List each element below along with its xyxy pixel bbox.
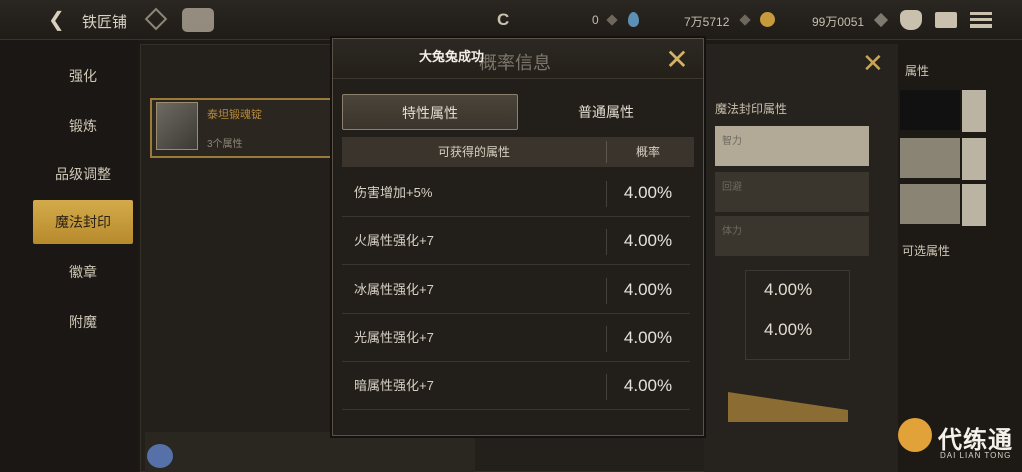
table-header: 可获得的属性 概率 — [342, 137, 694, 167]
column-header-rate: 概率 — [635, 145, 660, 159]
item-name: 泰坦锻魂锭 — [207, 109, 262, 121]
nav-item-enchant[interactable]: 附魔 — [33, 300, 133, 344]
seal-attribute-label: 智力 — [722, 136, 742, 147]
c-icon: C — [497, 10, 510, 29]
menu-icon[interactable] — [970, 12, 992, 28]
attribute-rate: 4.00% — [623, 280, 673, 299]
bag-icon[interactable] — [182, 8, 214, 32]
top-bar: ❮ 铁匠铺 C 0 7万5712 99万0051 — [0, 0, 1022, 40]
back-arrow-icon[interactable]: ❮ — [48, 10, 70, 30]
nav-item-refine[interactable]: 锻炼 — [33, 104, 133, 148]
watermark-logo-icon — [898, 418, 932, 452]
currency-separator-icon — [606, 14, 618, 26]
item-attribute-count: 3个属性 — [207, 139, 243, 150]
currency-2-value: 7万5712 — [684, 15, 730, 29]
page-title: 铁匠铺 — [82, 14, 128, 31]
item-thumbnail — [156, 102, 198, 150]
attribute-name: 伤害增加+5% — [354, 185, 433, 200]
slime-icon — [147, 444, 173, 468]
nav-item-grade[interactable]: 品级调整 — [33, 152, 133, 196]
gem-icon — [628, 12, 639, 27]
table-row: 火属性强化+7 4.00% — [342, 217, 690, 265]
column-header-attribute: 可获得的属性 — [437, 145, 510, 159]
side-slot — [900, 90, 960, 130]
gold-coin-icon — [760, 12, 775, 27]
mail-icon[interactable] — [935, 12, 957, 28]
watermark-text: 代练通 — [938, 427, 1013, 454]
diamond-icon[interactable] — [144, 7, 168, 31]
currency-separator-icon — [739, 14, 751, 26]
close-icon[interactable]: ✕ — [862, 50, 888, 76]
tab-special-attributes[interactable]: 特性属性 — [342, 94, 518, 130]
attribute-rate: 4.00% — [623, 376, 673, 395]
attribute-rate: 4.00% — [623, 183, 673, 202]
currency-1-value: 0 — [592, 13, 599, 27]
probability-value: 4.00% — [764, 280, 813, 299]
attribute-name: 光属性强化+7 — [354, 330, 434, 345]
seal-attribute-label: 回避 — [722, 182, 742, 193]
dialog-title-background: 概率信息 — [479, 53, 551, 73]
side-label: 属性 — [905, 64, 930, 78]
close-icon[interactable]: ✕ — [663, 46, 691, 75]
watermark-subtext: DAI LIAN TONG — [940, 451, 1012, 460]
currency-separator-icon — [873, 12, 889, 28]
attribute-rate: 4.00% — [623, 231, 673, 250]
probability-value: 4.00% — [764, 320, 813, 339]
seal-attribute-label: 体力 — [722, 226, 742, 237]
nav-item-emblem[interactable]: 徽章 — [33, 250, 133, 294]
seal-attributes-title: 魔法封印属性 — [715, 102, 788, 116]
bottom-strip — [145, 432, 475, 472]
attribute-name: 火属性强化+7 — [354, 233, 434, 248]
attribute-name: 冰属性强化+7 — [354, 282, 434, 297]
dialog-title: 大兔兔成功 — [419, 49, 485, 64]
nav-item-magic-seal[interactable]: 魔法封印 — [33, 200, 133, 244]
swap-icon[interactable] — [962, 90, 986, 132]
lock-icon[interactable] — [962, 184, 986, 226]
currency-3-value: 99万0051 — [812, 15, 865, 29]
attribute-rate: 4.00% — [623, 328, 673, 347]
tab-normal-attributes[interactable]: 普通属性 — [518, 94, 694, 130]
side-slot — [900, 138, 960, 178]
pot-icon[interactable] — [900, 10, 922, 30]
side-label: 可选属性 — [902, 244, 951, 258]
table-row: 光属性强化+7 4.00% — [342, 314, 690, 362]
probability-info-dialog: 概率信息 大兔兔成功 ✕ 特性属性 普通属性 可获得的属性 概率 伤害增加+5%… — [332, 38, 704, 436]
table-row: 暗属性强化+7 4.00% — [342, 362, 690, 410]
nav-item-enhance[interactable]: 强化 — [33, 54, 133, 98]
side-slot — [900, 184, 960, 224]
dialog-header: 概率信息 大兔兔成功 ✕ — [333, 39, 703, 79]
left-nav: 强化 锻炼 品级调整 魔法封印 徽章 附魔 — [0, 40, 138, 472]
lock-icon[interactable] — [962, 138, 986, 180]
table-row: 冰属性强化+7 4.00% — [342, 266, 690, 314]
table-row: 伤害增加+5% 4.00% — [342, 169, 690, 217]
attribute-name: 暗属性强化+7 — [354, 378, 434, 393]
